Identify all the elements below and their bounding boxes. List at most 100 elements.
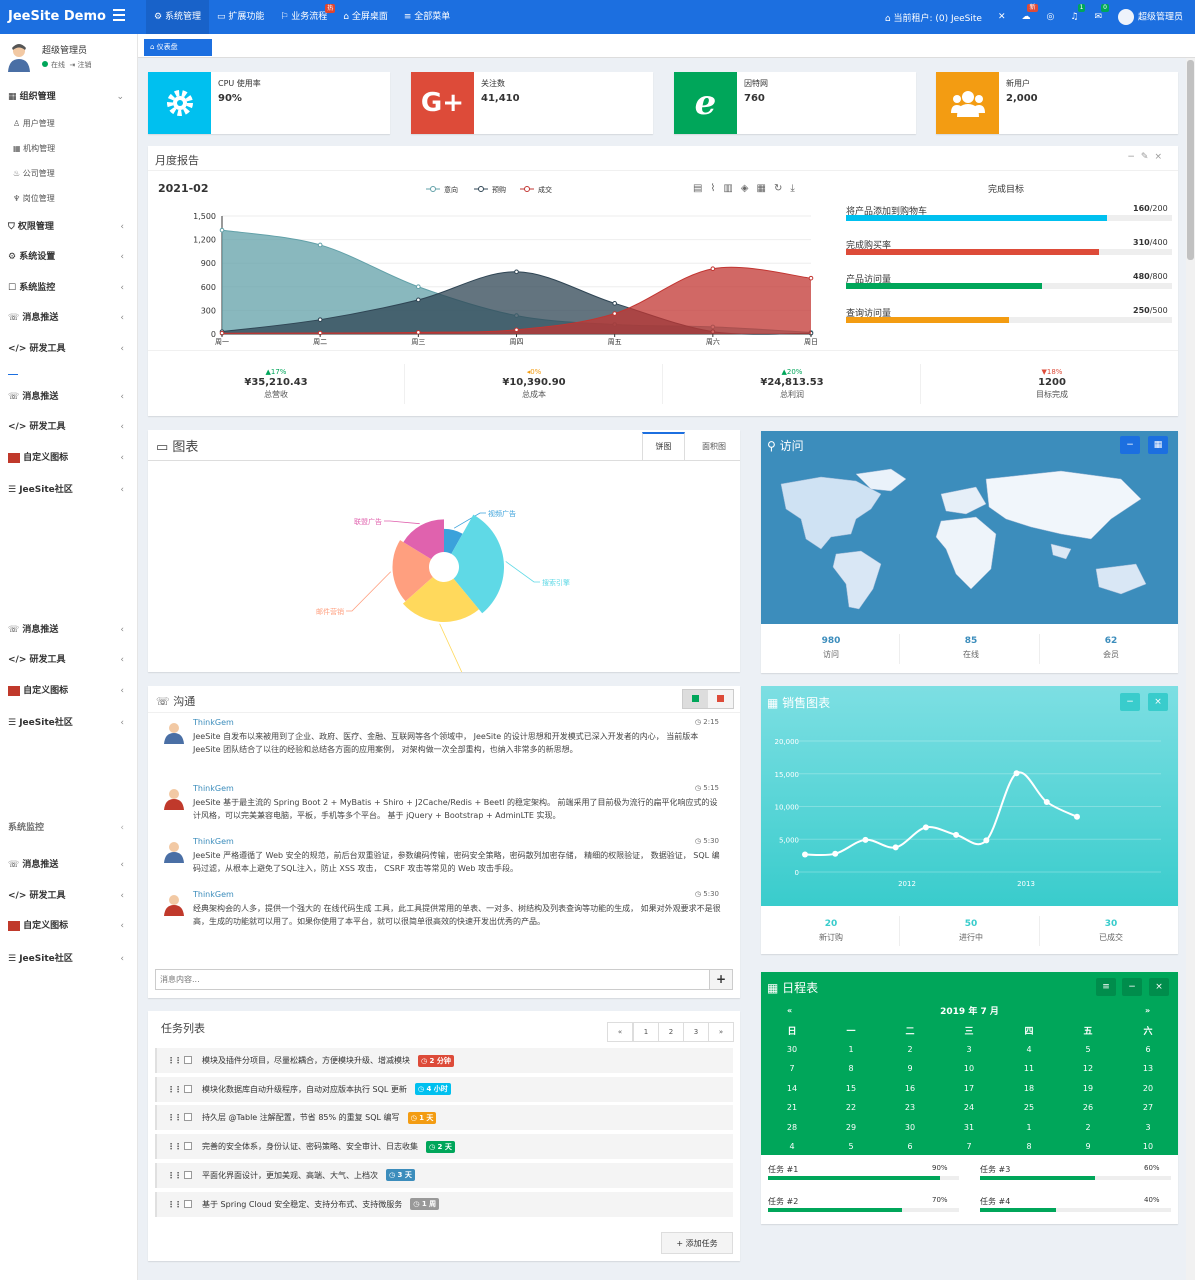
data-point[interactable] xyxy=(892,844,899,851)
calendar-day[interactable]: 10 xyxy=(1123,1142,1173,1151)
close-button[interactable]: × xyxy=(1149,978,1169,996)
data-point[interactable] xyxy=(612,311,617,316)
topnav-all-menu[interactable]: ≡ 全部菜单 xyxy=(396,0,458,34)
calendar-day[interactable]: 21 xyxy=(767,1103,817,1112)
data-point[interactable] xyxy=(219,227,225,233)
tab-pie[interactable]: 饼图 xyxy=(642,432,685,460)
calendar-day[interactable]: 16 xyxy=(885,1084,935,1093)
calendar-day[interactable]: 6 xyxy=(885,1142,935,1151)
calendar-day[interactable]: 5 xyxy=(826,1142,876,1151)
calendar-day[interactable]: 2 xyxy=(885,1045,935,1054)
data-point[interactable] xyxy=(317,242,323,248)
data-point[interactable] xyxy=(416,284,421,290)
task-item[interactable]: ⋮⋮ 平面化界面设计，更加美观、高端、大气、上档次 ◷ 3 天 xyxy=(155,1162,733,1188)
task-checkbox[interactable] xyxy=(184,1199,192,1208)
sidebar-item-dev[interactable]: </> 研发工具 ‹ xyxy=(0,334,137,364)
tenant-switch[interactable]: ⌂ 当前租户: (0) JeeSite xyxy=(877,11,990,24)
tab-area[interactable]: 面积图 xyxy=(692,434,736,460)
close-icon[interactable]: × xyxy=(1154,152,1168,162)
wrench-icon[interactable]: ✎ xyxy=(1141,152,1155,162)
calendar-day[interactable]: 28 xyxy=(767,1123,817,1132)
chat-author[interactable]: ThinkGem xyxy=(193,784,234,793)
drag-handle-icon[interactable]: ⋮⋮ xyxy=(167,1105,182,1130)
task-checkbox[interactable] xyxy=(184,1084,192,1093)
data-point[interactable] xyxy=(832,850,839,857)
calendar-day[interactable]: 22 xyxy=(826,1103,876,1112)
sidebar-item-community[interactable]: ☰ JeeSite社区 ‹ xyxy=(0,475,137,505)
calendar-day[interactable]: 8 xyxy=(826,1064,876,1073)
topnav-system[interactable]: ⚙ 系统管理 xyxy=(146,0,209,34)
scrollbar-thumb[interactable] xyxy=(1187,60,1194,260)
task-checkbox[interactable] xyxy=(184,1113,192,1122)
calendar-day[interactable]: 1 xyxy=(1004,1123,1054,1132)
legend-item-0[interactable]: 意向 xyxy=(426,185,458,194)
calendar-button[interactable]: ▦ xyxy=(1148,436,1168,454)
data-point[interactable] xyxy=(612,301,617,306)
calendar-day[interactable]: 9 xyxy=(1063,1142,1113,1151)
chat-author[interactable]: ThinkGem xyxy=(193,837,234,846)
task-item[interactable]: ⋮⋮ 基于 Spring Cloud 安全稳定、支持分布式、支持微服务 ◷ 1 周 xyxy=(155,1191,733,1217)
status-busy-button[interactable] xyxy=(708,690,733,708)
data-point[interactable] xyxy=(983,837,990,844)
calendar-day[interactable]: 10 xyxy=(944,1064,994,1073)
page-link[interactable]: 2 xyxy=(658,1022,684,1042)
calendar-day[interactable]: 20 xyxy=(1123,1084,1173,1093)
sidebar-item-dev-4[interactable]: </> 研发工具 ‹ xyxy=(0,881,137,911)
collapse-icon[interactable]: − xyxy=(1127,152,1141,162)
collapse-button[interactable]: − xyxy=(1120,436,1140,454)
page-link[interactable]: » xyxy=(708,1022,734,1042)
task-item[interactable]: ⋮⋮ 完善的安全体系，身份认证、密码策略、安全审计、日志收集 ◷ 2 天 xyxy=(155,1134,733,1160)
collapse-button[interactable]: − xyxy=(1122,978,1142,996)
sidebar-sub-user[interactable]: ♙ 用户管理 xyxy=(0,111,137,136)
calendar-day[interactable]: 18 xyxy=(1004,1084,1054,1093)
sidebar-item-settings[interactable]: ⚙ 系统设置 ‹ xyxy=(0,242,137,272)
theme-icon[interactable]: ☁ 新 xyxy=(1014,4,1039,22)
scrollbar[interactable] xyxy=(1186,58,1195,1280)
chat-author[interactable]: ThinkGem xyxy=(193,718,234,727)
task-item[interactable]: ⋮⋮ 持久层 @Table 注解配置，节省 85% 的重复 SQL 编写 ◷ 1 天 xyxy=(155,1105,733,1131)
data-point[interactable] xyxy=(514,269,519,275)
calendar-day[interactable]: 27 xyxy=(1123,1103,1173,1112)
drag-handle-icon[interactable]: ⋮⋮ xyxy=(167,1048,182,1073)
menu-button[interactable]: ≡ xyxy=(1096,978,1116,996)
drag-handle-icon[interactable]: ⋮⋮ xyxy=(167,1134,182,1159)
data-point[interactable] xyxy=(416,297,421,303)
send-button[interactable]: + xyxy=(709,970,732,989)
task-checkbox[interactable] xyxy=(184,1056,192,1064)
task-checkbox[interactable] xyxy=(184,1170,192,1179)
data-point[interactable] xyxy=(1013,770,1020,777)
data-point[interactable] xyxy=(953,831,960,838)
calendar-day[interactable]: 30 xyxy=(767,1045,817,1054)
page-link[interactable]: « xyxy=(607,1022,633,1042)
calendar-day[interactable]: 2 xyxy=(1063,1123,1113,1132)
calendar-day[interactable]: 30 xyxy=(885,1123,935,1132)
sidebar-item-msg[interactable]: ☏ 消息推送 ‹ xyxy=(0,303,137,333)
data-point[interactable] xyxy=(514,327,519,333)
sidebar-sub-office[interactable]: ▦ 机构管理 xyxy=(0,136,137,161)
data-point[interactable] xyxy=(416,330,421,335)
task-item[interactable]: ⋮⋮ 模块化数据库自动升级程序，自动对应版本执行 SQL 更新 ◷ 4 小时 xyxy=(155,1076,733,1102)
sidebar-item-monitor[interactable]: ☐ 系统监控 ‹ xyxy=(0,273,137,303)
sidebar-item-msg-4[interactable]: ☏ 消息推送 ‹ xyxy=(0,850,137,880)
sidebar-item-icons-2[interactable]: 自定义图标 ‹ xyxy=(0,676,137,706)
add-task-button[interactable]: + 添加任务 xyxy=(661,1232,733,1254)
logout-link[interactable]: ⇥ 注销 xyxy=(69,61,91,69)
calendar-day[interactable]: 8 xyxy=(1004,1142,1054,1151)
calendar-day[interactable]: 13 xyxy=(1123,1064,1173,1073)
calendar-day[interactable]: 15 xyxy=(826,1084,876,1093)
sidebar-item-org[interactable]: ▦ 组织管理 ⌄ xyxy=(0,82,137,112)
sidebar-item-msg-2[interactable]: ☏ 消息推送 ‹ xyxy=(0,382,137,412)
mail-icon[interactable]: ✉ 0 xyxy=(1086,4,1110,22)
calendar-day[interactable]: 17 xyxy=(944,1084,994,1093)
tab-dashboard[interactable]: ⌂ 仪表盘 xyxy=(144,39,212,56)
data-point[interactable] xyxy=(802,851,808,858)
calendar-day[interactable]: 31 xyxy=(944,1123,994,1132)
calendar-day[interactable]: 6 xyxy=(1123,1045,1173,1054)
calendar-prev-button[interactable]: « xyxy=(787,1006,792,1015)
drag-handle-icon[interactable]: ⋮⋮ xyxy=(167,1192,182,1217)
calendar-day[interactable]: 1 xyxy=(826,1045,876,1054)
legend-item-1[interactable]: 预购 xyxy=(474,185,506,194)
sidebar-item-community-3[interactable]: ☰ JeeSite社区 ‹ xyxy=(0,944,137,974)
calendar-day[interactable]: 29 xyxy=(826,1123,876,1132)
sidebar-toggle-icon[interactable] xyxy=(113,9,125,21)
